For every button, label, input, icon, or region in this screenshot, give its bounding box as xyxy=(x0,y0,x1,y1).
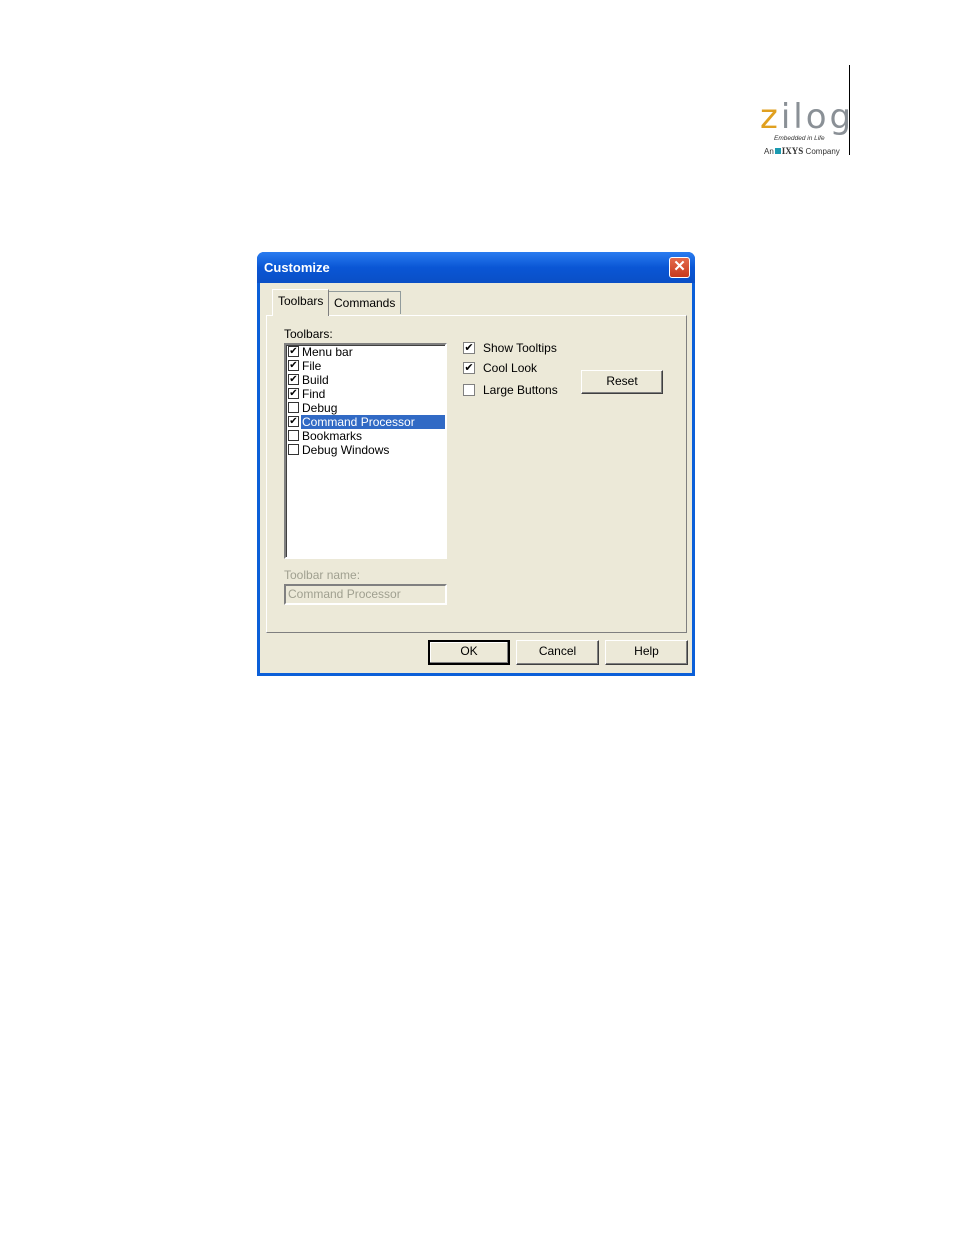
list-item-selected[interactable]: ✔ Command Processor xyxy=(287,415,445,429)
tab-toolbars[interactable]: Toolbars xyxy=(272,289,330,316)
ixys-square-icon xyxy=(774,148,781,154)
cancel-button[interactable]: Cancel xyxy=(516,640,599,665)
checkbox-icon[interactable]: ✔ xyxy=(288,416,299,427)
zilog-logo: zilog Embedded in Life An IXYS Company xyxy=(760,100,851,160)
logo-tagline: Embedded in Life xyxy=(774,135,825,142)
checkbox-icon[interactable] xyxy=(288,402,299,413)
dialog-title: Customize xyxy=(264,260,330,275)
close-icon: ✕ xyxy=(673,258,686,275)
checkbox-icon[interactable]: ✔ xyxy=(288,374,299,385)
close-button[interactable]: ✕ xyxy=(669,257,690,278)
logo-wordmark: zilog xyxy=(760,97,855,137)
list-item[interactable]: Debug Windows xyxy=(287,443,445,457)
checkbox-icon[interactable]: ✔ xyxy=(288,388,299,399)
help-button[interactable]: Help xyxy=(605,640,688,665)
title-bar[interactable]: Customize ✕ xyxy=(257,252,695,283)
header-divider xyxy=(849,65,850,155)
toolbars-tab-panel: Toolbars: ✔ Menu bar ✔ File ✔ Build ✔ Find D… xyxy=(266,315,687,633)
reset-button[interactable]: Reset xyxy=(581,370,663,394)
checkbox-icon[interactable]: ✔ xyxy=(463,342,475,354)
toolbars-label: Toolbars: xyxy=(284,327,333,341)
checkbox-icon[interactable] xyxy=(288,430,299,441)
toolbar-name-label: Toolbar name: xyxy=(284,568,361,582)
checkbox-icon[interactable] xyxy=(463,384,475,396)
checkbox-icon[interactable]: ✔ xyxy=(463,362,475,374)
checkbox-icon[interactable]: ✔ xyxy=(288,346,299,357)
dialog-client: Toolbars Commands Toolbars: ✔ Menu bar ✔ F… xyxy=(260,283,692,673)
list-item[interactable]: ✔ Find xyxy=(287,387,445,401)
toolbar-name-field: Command Processor xyxy=(284,584,447,605)
list-item[interactable]: ✔ Build xyxy=(287,373,445,387)
toolbars-listbox[interactable]: ✔ Menu bar ✔ File ✔ Build ✔ Find Debug ✔ Comm… xyxy=(284,343,447,559)
customize-dialog: Customize ✕ Toolbars Commands Toolbars: … xyxy=(257,252,695,676)
list-item[interactable]: Bookmarks xyxy=(287,429,445,443)
tab-commands[interactable]: Commands xyxy=(328,291,402,314)
checkbox-icon[interactable] xyxy=(288,444,299,455)
ok-button[interactable]: OK xyxy=(428,640,510,665)
checkbox-icon[interactable]: ✔ xyxy=(288,360,299,371)
list-item[interactable]: ✔ Menu bar xyxy=(287,345,445,359)
list-item[interactable]: ✔ File xyxy=(287,359,445,373)
logo-company: An IXYS Company xyxy=(764,146,840,156)
list-item[interactable]: Debug xyxy=(287,401,445,415)
